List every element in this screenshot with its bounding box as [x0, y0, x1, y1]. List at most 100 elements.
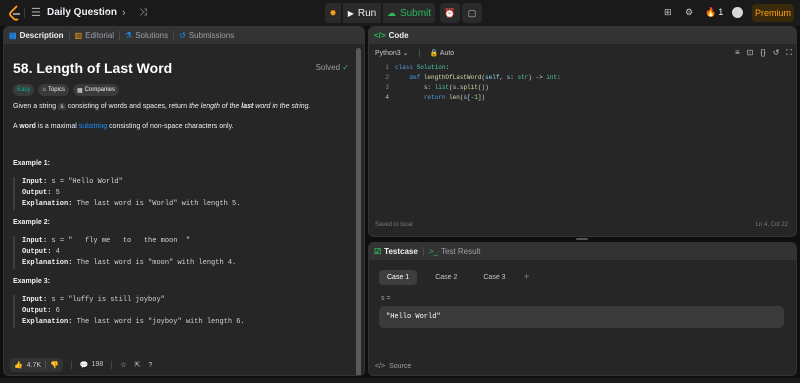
comment-icon: 💬 [79, 362, 89, 369]
lock-icon: 🔒 [429, 50, 439, 57]
difficulty-badge: Easy [13, 84, 35, 96]
text: consisting of non-space characters only. [107, 123, 234, 130]
companies-tag[interactable]: ▦ Companies [72, 84, 120, 96]
streak-value: 1 [718, 7, 724, 17]
code-line: class Solution: [395, 64, 450, 71]
format-icon[interactable]: ≡ [735, 48, 740, 58]
case-2-tab[interactable]: Case 2 [427, 270, 465, 285]
topics-tag[interactable]: ⌂ Topics [38, 84, 69, 96]
comment-count: 198 [91, 361, 104, 368]
solved-status: Solved ✓ [316, 63, 349, 72]
problem-list-icon[interactable]: ☰ [31, 7, 43, 19]
testcase-input[interactable]: "Hello World" [379, 306, 784, 328]
code-brackets-icon: </> [374, 31, 386, 40]
code-editor[interactable]: 1 2 3 4 class Solution: def lengthOfLast… [369, 63, 796, 123]
italic-text: the length of the [189, 103, 242, 110]
code-brackets-icon: </> [375, 363, 386, 370]
building-icon: ▦ [76, 87, 83, 94]
star-icon[interactable]: ☆ [120, 361, 126, 369]
play-icon: ▶ [347, 8, 354, 18]
editor-actions: ≡ ⊡ {} ↺ ⛶ [735, 48, 792, 58]
reset-icon[interactable]: ↺ [773, 48, 780, 58]
example-explanation: The last word is "joyboy" with length 6. [76, 318, 245, 326]
description-scrollbar[interactable] [356, 48, 361, 375]
auto-mode[interactable]: 🔒 Auto [430, 49, 455, 57]
testcase-tabbar: ☑ Testcase >_ Test Result [369, 243, 796, 260]
run-button[interactable]: ▶ Run [343, 3, 381, 23]
text: Given a string [13, 103, 59, 110]
example-output: 5 [55, 189, 60, 197]
example-block: Input: s = "Hello World" Output: 5 Expla… [13, 177, 343, 210]
debug-button[interactable]: ✸ [325, 3, 341, 23]
tab-test-result[interactable]: >_ Test Result [424, 243, 486, 260]
resize-handle[interactable] [576, 238, 588, 240]
example-block: Input: s = " fly me to the moon " Output… [13, 236, 343, 269]
language-select[interactable]: Python3 ⌄ [375, 49, 409, 57]
code-line: s: list(s.split()) [423, 84, 489, 91]
case-1-tab[interactable]: Case 1 [379, 270, 418, 285]
submit-button[interactable]: ☁ Submit [383, 3, 435, 23]
comments-button[interactable]: 💬 198 [80, 361, 103, 369]
tab-testcase[interactable]: ☑ Testcase [369, 243, 423, 260]
case-3-tab[interactable]: Case 3 [475, 270, 513, 285]
explanation-label: Explanation: [22, 200, 73, 208]
example-heading: Example 3: [13, 278, 50, 285]
share-icon[interactable]: ⇱ [135, 361, 141, 369]
code-line: def lengthOfLastWord(self, s: str) -> in… [409, 74, 561, 81]
tab-code[interactable]: </> Code [369, 27, 414, 44]
topics-label: Topics [47, 87, 65, 93]
submit-label: Submit [399, 7, 432, 19]
notes-button[interactable]: ▢ [462, 3, 482, 23]
leetcode-logo-icon[interactable] [8, 5, 22, 21]
fullscreen-icon[interactable]: ⛶ [786, 48, 792, 58]
example-block: Input: s = "luffy is still joyboy" Outpu… [13, 295, 343, 328]
check-circle-icon: ✓ [342, 63, 349, 72]
like-count: 4.7K [26, 361, 42, 369]
alarm-icon: ⏰ [444, 7, 456, 18]
example-heading: Example 1: [13, 160, 50, 167]
code-panel: </> Code Python3 ⌄ 🔒 Auto ≡ ⊡ {} ↺ ⛶ 1 2 … [368, 26, 797, 237]
example-explanation: The last word is "moon" with length 4. [76, 259, 237, 267]
timer-button[interactable]: ⏰ [440, 3, 460, 23]
tab-label: Test Result [440, 247, 481, 256]
description-panel: ▤ Description ▥ Editorial ⚗ Solutions ↺ Subm… [3, 26, 365, 376]
streak-counter[interactable]: 🔥 1 [705, 7, 723, 18]
shuffle-icon[interactable]: ⤨ [139, 6, 147, 20]
output-label: Output: [22, 307, 52, 315]
example-input: s = "luffy is still joyboy" [51, 296, 165, 304]
avatar[interactable] [732, 7, 743, 18]
explanation-label: Explanation: [22, 259, 73, 267]
example-output: 4 [55, 248, 60, 256]
bottom-strip [0, 378, 800, 383]
help-icon[interactable]: ? [148, 362, 152, 369]
divider [70, 361, 72, 369]
tag-icon: ⌂ [42, 87, 46, 93]
solved-label: Solved [315, 63, 341, 72]
bookmark-icon[interactable]: ⊡ [747, 48, 754, 58]
example-input: s = "Hello World" [51, 178, 123, 186]
output-label: Output: [22, 189, 52, 197]
substring-link[interactable]: substring [79, 123, 107, 130]
run-label: Run [357, 7, 377, 19]
prev-problem-icon[interactable]: ‹ [105, 6, 109, 20]
add-case-button[interactable]: + [524, 272, 530, 283]
layout-grid-icon[interactable]: ⊞ [664, 7, 672, 18]
input-label: Input: [22, 296, 48, 304]
example-explanation: The last word is "World" with length 5. [76, 200, 241, 208]
next-problem-icon[interactable]: › [122, 6, 126, 20]
settings-gear-icon[interactable]: ⚙ [685, 7, 693, 18]
run-submit-group: ✸ ▶ Run ☁ Submit ⏰ ▢ [325, 3, 482, 23]
output-label: Output: [22, 248, 52, 256]
line-number: 1 [385, 64, 389, 71]
braces-icon[interactable]: {} [760, 48, 765, 58]
italic-text: word in the string. [253, 103, 311, 110]
save-status: Saved to local [375, 222, 413, 228]
description-content: 58. Length of Last Word Solved ✓ Easy ⌂ T… [13, 27, 353, 357]
input-label: Input: [22, 178, 48, 186]
premium-button[interactable]: Premium [752, 4, 794, 22]
source-button[interactable]: </> Source [375, 363, 411, 370]
divider [45, 361, 47, 369]
thumbs-down-icon[interactable]: 👎 [50, 361, 59, 369]
example-output: 6 [55, 307, 60, 315]
thumbs-up-icon[interactable]: 👍 [14, 361, 23, 369]
